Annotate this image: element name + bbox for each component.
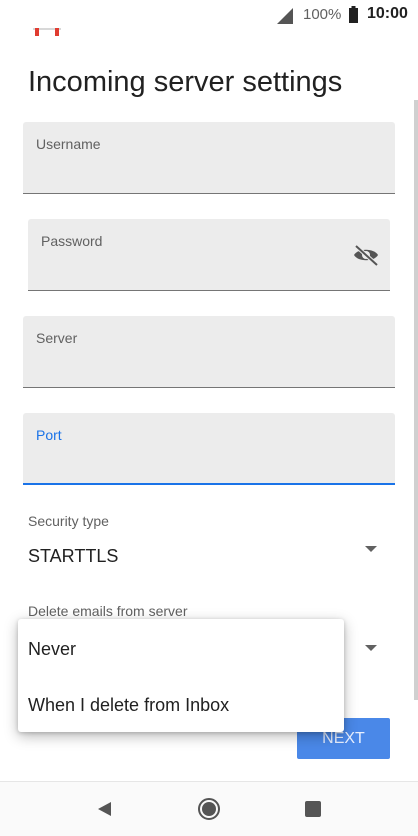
dropdown-arrow-icon xyxy=(365,645,377,651)
server-input[interactable] xyxy=(36,357,336,379)
recents-icon[interactable] xyxy=(305,801,321,817)
back-icon[interactable] xyxy=(96,801,112,817)
home-icon[interactable] xyxy=(197,797,221,821)
username-label: Username xyxy=(36,136,101,152)
password-field[interactable]: Password xyxy=(28,219,390,291)
port-field[interactable]: Port xyxy=(23,413,395,485)
signal-icon xyxy=(277,8,293,24)
server-field[interactable]: Server xyxy=(23,316,395,388)
navigation-bar xyxy=(0,781,418,836)
port-label: Port xyxy=(36,427,62,443)
delete-emails-label: Delete emails from server xyxy=(28,603,188,619)
delete-emails-menu: Never When I delete from Inbox xyxy=(18,619,344,732)
battery-percent: 100% xyxy=(303,6,342,23)
scrollbar[interactable] xyxy=(414,100,418,700)
username-input[interactable] xyxy=(36,163,336,185)
port-input[interactable] xyxy=(36,453,336,475)
clock: 10:00 xyxy=(367,5,408,22)
security-type-dropdown[interactable]: STARTTLS xyxy=(20,534,394,578)
battery-icon xyxy=(349,6,358,23)
status-bar: 100% 10:00 xyxy=(0,0,418,30)
page-title: Incoming server settings xyxy=(28,66,343,98)
server-label: Server xyxy=(36,330,78,346)
password-label: Password xyxy=(41,233,103,249)
dropdown-arrow-icon xyxy=(365,546,377,552)
menu-item-when-delete-from-inbox[interactable]: When I delete from Inbox xyxy=(18,677,344,733)
security-type-label: Security type xyxy=(28,513,109,529)
menu-item-never[interactable]: Never xyxy=(18,621,344,677)
security-type-value: STARTTLS xyxy=(28,546,119,566)
gmail-icon xyxy=(33,28,61,36)
visibility-off-icon[interactable] xyxy=(352,243,380,267)
password-input[interactable] xyxy=(41,260,321,282)
username-field[interactable]: Username xyxy=(23,122,395,194)
